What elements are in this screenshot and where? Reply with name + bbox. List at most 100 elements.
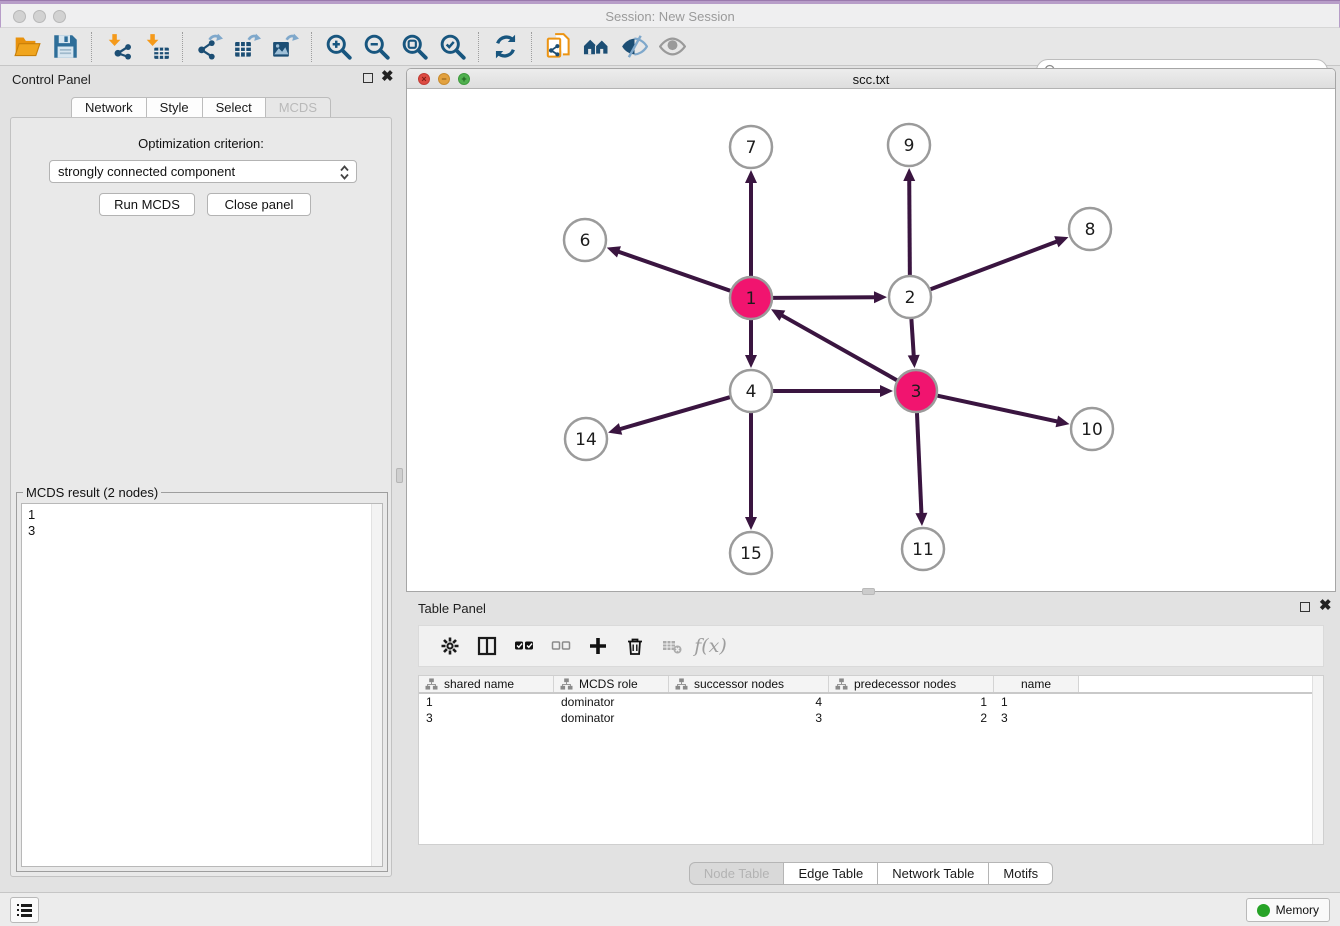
toolbar-separator [182,32,183,62]
table-row[interactable]: 3dominator323 [419,710,1323,726]
node-label-14: 14 [575,430,597,450]
tab-network[interactable]: Network [71,97,147,118]
first-neighbors-icon[interactable] [577,30,615,64]
tab-node-table[interactable]: Node Table [689,862,785,885]
tab-select[interactable]: Select [203,97,266,118]
memory-status-icon [1257,904,1270,917]
vertical-splitter-handle[interactable] [396,468,403,483]
node-label-7: 7 [746,138,757,158]
import-network-icon[interactable] [99,30,137,64]
edge-1-2[interactable] [773,297,876,298]
edge-3-10[interactable] [938,396,1059,422]
cell-predecessor-nodes[interactable]: 1 [829,694,994,710]
float-panel-icon[interactable] [363,73,373,85]
zoom-in-icon[interactable] [319,30,357,64]
optimization-select[interactable]: strongly connected component [49,160,357,183]
select-all-icon[interactable] [505,628,542,664]
tab-edge-table[interactable]: Edge Table [784,862,878,885]
cell-predecessor-nodes[interactable]: 2 [829,710,994,726]
column-header-successor-nodes[interactable]: successor nodes [669,676,829,692]
zoom-fit-icon[interactable] [395,30,433,64]
mcds-result-textarea[interactable]: 13 [21,503,383,867]
column-header-predecessor-nodes[interactable]: predecessor nodes [829,676,994,692]
column-header-shared-name[interactable]: shared name [419,676,554,692]
control-panel-tabs: NetworkStyleSelectMCDS [4,97,398,118]
edge-2-9[interactable] [909,179,910,275]
table-tabs: Node TableEdge TableNetwork TableMotifs [406,862,1336,885]
export-network-icon[interactable] [190,30,228,64]
column-header-name[interactable]: name [994,676,1079,692]
mcds-result-line: 1 [28,507,376,523]
arrowhead-4-15 [745,517,757,530]
network-canvas[interactable]: 7968124314101511 [407,89,1335,592]
gear-icon[interactable] [431,628,468,664]
cell-shared-name[interactable]: 1 [419,694,554,710]
delete-table-icon [653,628,690,664]
duplicate-network-icon[interactable] [539,30,577,64]
edge-3-11[interactable] [917,413,922,515]
cell-successor-nodes[interactable]: 3 [669,710,829,726]
column-label: successor nodes [694,677,784,691]
export-image-icon[interactable] [266,30,304,64]
cell-name[interactable]: 1 [994,694,1079,710]
task-list-button[interactable] [10,897,39,923]
optimization-value: strongly connected component [58,164,235,179]
cell-mcds-role[interactable]: dominator [554,710,669,726]
deselect-all-icon[interactable] [542,628,579,664]
apply-layout-icon[interactable] [486,30,524,64]
cell-name[interactable]: 3 [994,710,1079,726]
header-filler [1079,676,1323,692]
open-session-icon[interactable] [8,30,46,64]
table-scrollbar[interactable] [1312,676,1323,844]
close-panel-icon[interactable]: ✖ [381,71,394,83]
network-graph[interactable]: 7968124314101511 [407,89,1335,592]
tab-style[interactable]: Style [147,97,203,118]
run-mcds-button[interactable]: Run MCDS [99,193,195,216]
edge-2-8[interactable] [931,241,1059,289]
zoom-out-icon[interactable] [357,30,395,64]
node-label-2: 2 [905,288,916,308]
mcds-result-group: MCDS result (2 nodes) 13 [16,492,388,872]
hide-selected-icon[interactable] [615,30,653,64]
table-toolbar: f(x) [418,625,1324,667]
close-table-panel-icon[interactable]: ✖ [1319,600,1332,612]
table-row[interactable]: 1dominator411 [419,694,1323,710]
delete-row-icon[interactable] [616,628,653,664]
stepper-icon [339,164,350,184]
cell-shared-name[interactable]: 3 [419,710,554,726]
save-session-icon[interactable] [46,30,84,64]
horizontal-splitter-handle[interactable] [862,588,875,595]
network-titlebar[interactable]: × − + scc.txt [407,69,1335,89]
mcds-result-title: MCDS result (2 nodes) [23,485,161,500]
node-label-10: 10 [1081,420,1103,440]
column-header-mcds-role[interactable]: MCDS role [554,676,669,692]
zoom-selected-icon[interactable] [433,30,471,64]
columns-icon[interactable] [468,628,505,664]
add-row-icon[interactable] [579,628,616,664]
cell-successor-nodes[interactable]: 4 [669,694,829,710]
node-label-4: 4 [746,382,757,402]
tab-motifs[interactable]: Motifs [989,862,1053,885]
edge-3-1[interactable] [781,315,897,381]
arrowhead-1-7 [745,170,757,183]
memory-button[interactable]: Memory [1246,898,1330,922]
column-tree-icon [675,678,688,690]
tab-mcds[interactable]: MCDS [266,97,331,118]
column-label: shared name [444,677,514,691]
mcds-result-scrollbar[interactable] [371,504,382,866]
table-body: 1dominator4113dominator323 [419,694,1323,726]
import-table-icon[interactable] [137,30,175,64]
close-panel-button[interactable]: Close panel [207,193,311,216]
node-label-15: 15 [740,544,762,564]
edge-4-14[interactable] [619,397,730,429]
task-list-icon [17,904,32,917]
mcds-result-lines: 13 [22,504,382,542]
node-table[interactable]: shared name MCDS role successor nodes prede… [418,675,1324,845]
edge-2-3[interactable] [911,319,913,357]
cell-mcds-role[interactable]: dominator [554,694,669,710]
float-table-panel-icon[interactable] [1300,602,1310,614]
edge-1-6[interactable] [617,251,730,291]
export-table-icon[interactable] [228,30,266,64]
tab-network-table[interactable]: Network Table [878,862,989,885]
column-tree-icon [560,678,573,690]
